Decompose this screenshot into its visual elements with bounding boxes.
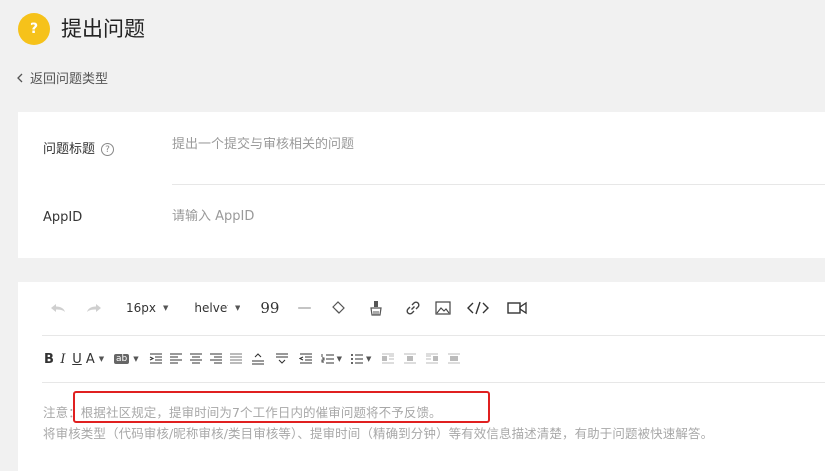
chevron-left-icon — [17, 73, 23, 82]
line-height-icon[interactable] — [251, 353, 265, 365]
horizontal-rule-icon[interactable]: — — [297, 300, 311, 316]
caret-down-icon: ▼ — [98, 355, 105, 363]
font-color-dropdown[interactable]: A ▼ — [84, 352, 106, 367]
bold-button[interactable]: B — [42, 352, 56, 367]
form-divider — [172, 184, 825, 185]
quote-icon[interactable]: 99 — [260, 299, 279, 317]
back-link[interactable]: 返回问题类型 — [16, 68, 108, 87]
question-icon: ? — [18, 13, 50, 45]
align-right-icon[interactable] — [209, 353, 223, 365]
editor-toolbar-row-1: 16px ▼ helvet ▼ 99 — — [40, 296, 528, 320]
appid-input[interactable] — [172, 209, 772, 224]
redo-icon[interactable] — [76, 302, 112, 314]
question-title-label: 问题标题? — [43, 138, 115, 157]
underline-button[interactable]: U — [70, 352, 84, 367]
question-title-label-text: 问题标题 — [43, 142, 96, 157]
format-brush-icon[interactable] — [369, 300, 383, 316]
align-justify-icon[interactable] — [229, 353, 243, 365]
highlight-icon: ab — [114, 354, 130, 364]
page-title: 提出问题 — [61, 17, 145, 41]
caret-down-icon: ▼ — [336, 355, 343, 363]
paragraph-spacing-icon[interactable] — [275, 353, 289, 365]
align-left-icon[interactable] — [169, 353, 183, 365]
toolbar-divider — [42, 382, 825, 383]
highlight-annotation-box — [73, 391, 490, 423]
caret-down-icon: ▼ — [163, 304, 169, 312]
font-size-dropdown[interactable]: 16px ▼ — [126, 301, 168, 315]
font-size-value: 16px — [126, 301, 156, 315]
italic-button[interactable]: I — [56, 352, 70, 367]
undo-icon[interactable] — [40, 302, 76, 314]
unordered-list-dropdown[interactable]: ▼ — [350, 353, 371, 365]
appid-label: AppID — [43, 210, 83, 225]
outdent-icon[interactable] — [298, 353, 313, 365]
font-color-label: A — [85, 351, 95, 367]
caret-down-icon: ▼ — [235, 304, 241, 312]
caret-down-icon: ▼ — [133, 355, 139, 363]
editor-toolbar-row-2: B I U A ▼ ab ▼ ▼ ▼ — [42, 348, 461, 370]
float-left-icon[interactable] — [381, 353, 395, 365]
image-icon[interactable] — [435, 301, 452, 315]
back-link-label: 返回问题类型 — [30, 72, 109, 87]
link-icon[interactable] — [405, 300, 421, 316]
float-none-icon[interactable] — [403, 353, 417, 365]
toolbar-divider — [42, 335, 825, 336]
float-right-icon[interactable] — [425, 353, 439, 365]
video-icon[interactable] — [507, 301, 528, 315]
indent-icon[interactable] — [149, 353, 163, 365]
float-center-icon[interactable] — [447, 353, 461, 365]
background-color-dropdown[interactable]: ab ▼ — [114, 354, 139, 364]
font-family-dropdown[interactable]: helvet ▼ — [194, 301, 240, 315]
ordered-list-dropdown[interactable]: ▼ — [321, 353, 342, 365]
notice-line-2: 将审核类型（代码审核/昵称审核/类目审核等）、提审时间（精确到分钟）等有效信息描… — [43, 426, 714, 441]
font-family-value: helvet — [194, 301, 228, 315]
question-title-input[interactable] — [172, 137, 772, 152]
align-center-icon[interactable] — [189, 353, 203, 365]
help-icon[interactable]: ? — [101, 143, 115, 156]
code-icon[interactable] — [467, 301, 490, 315]
question-form-card — [18, 112, 825, 258]
caret-down-icon: ▼ — [366, 355, 372, 363]
eraser-icon[interactable] — [331, 301, 346, 315]
